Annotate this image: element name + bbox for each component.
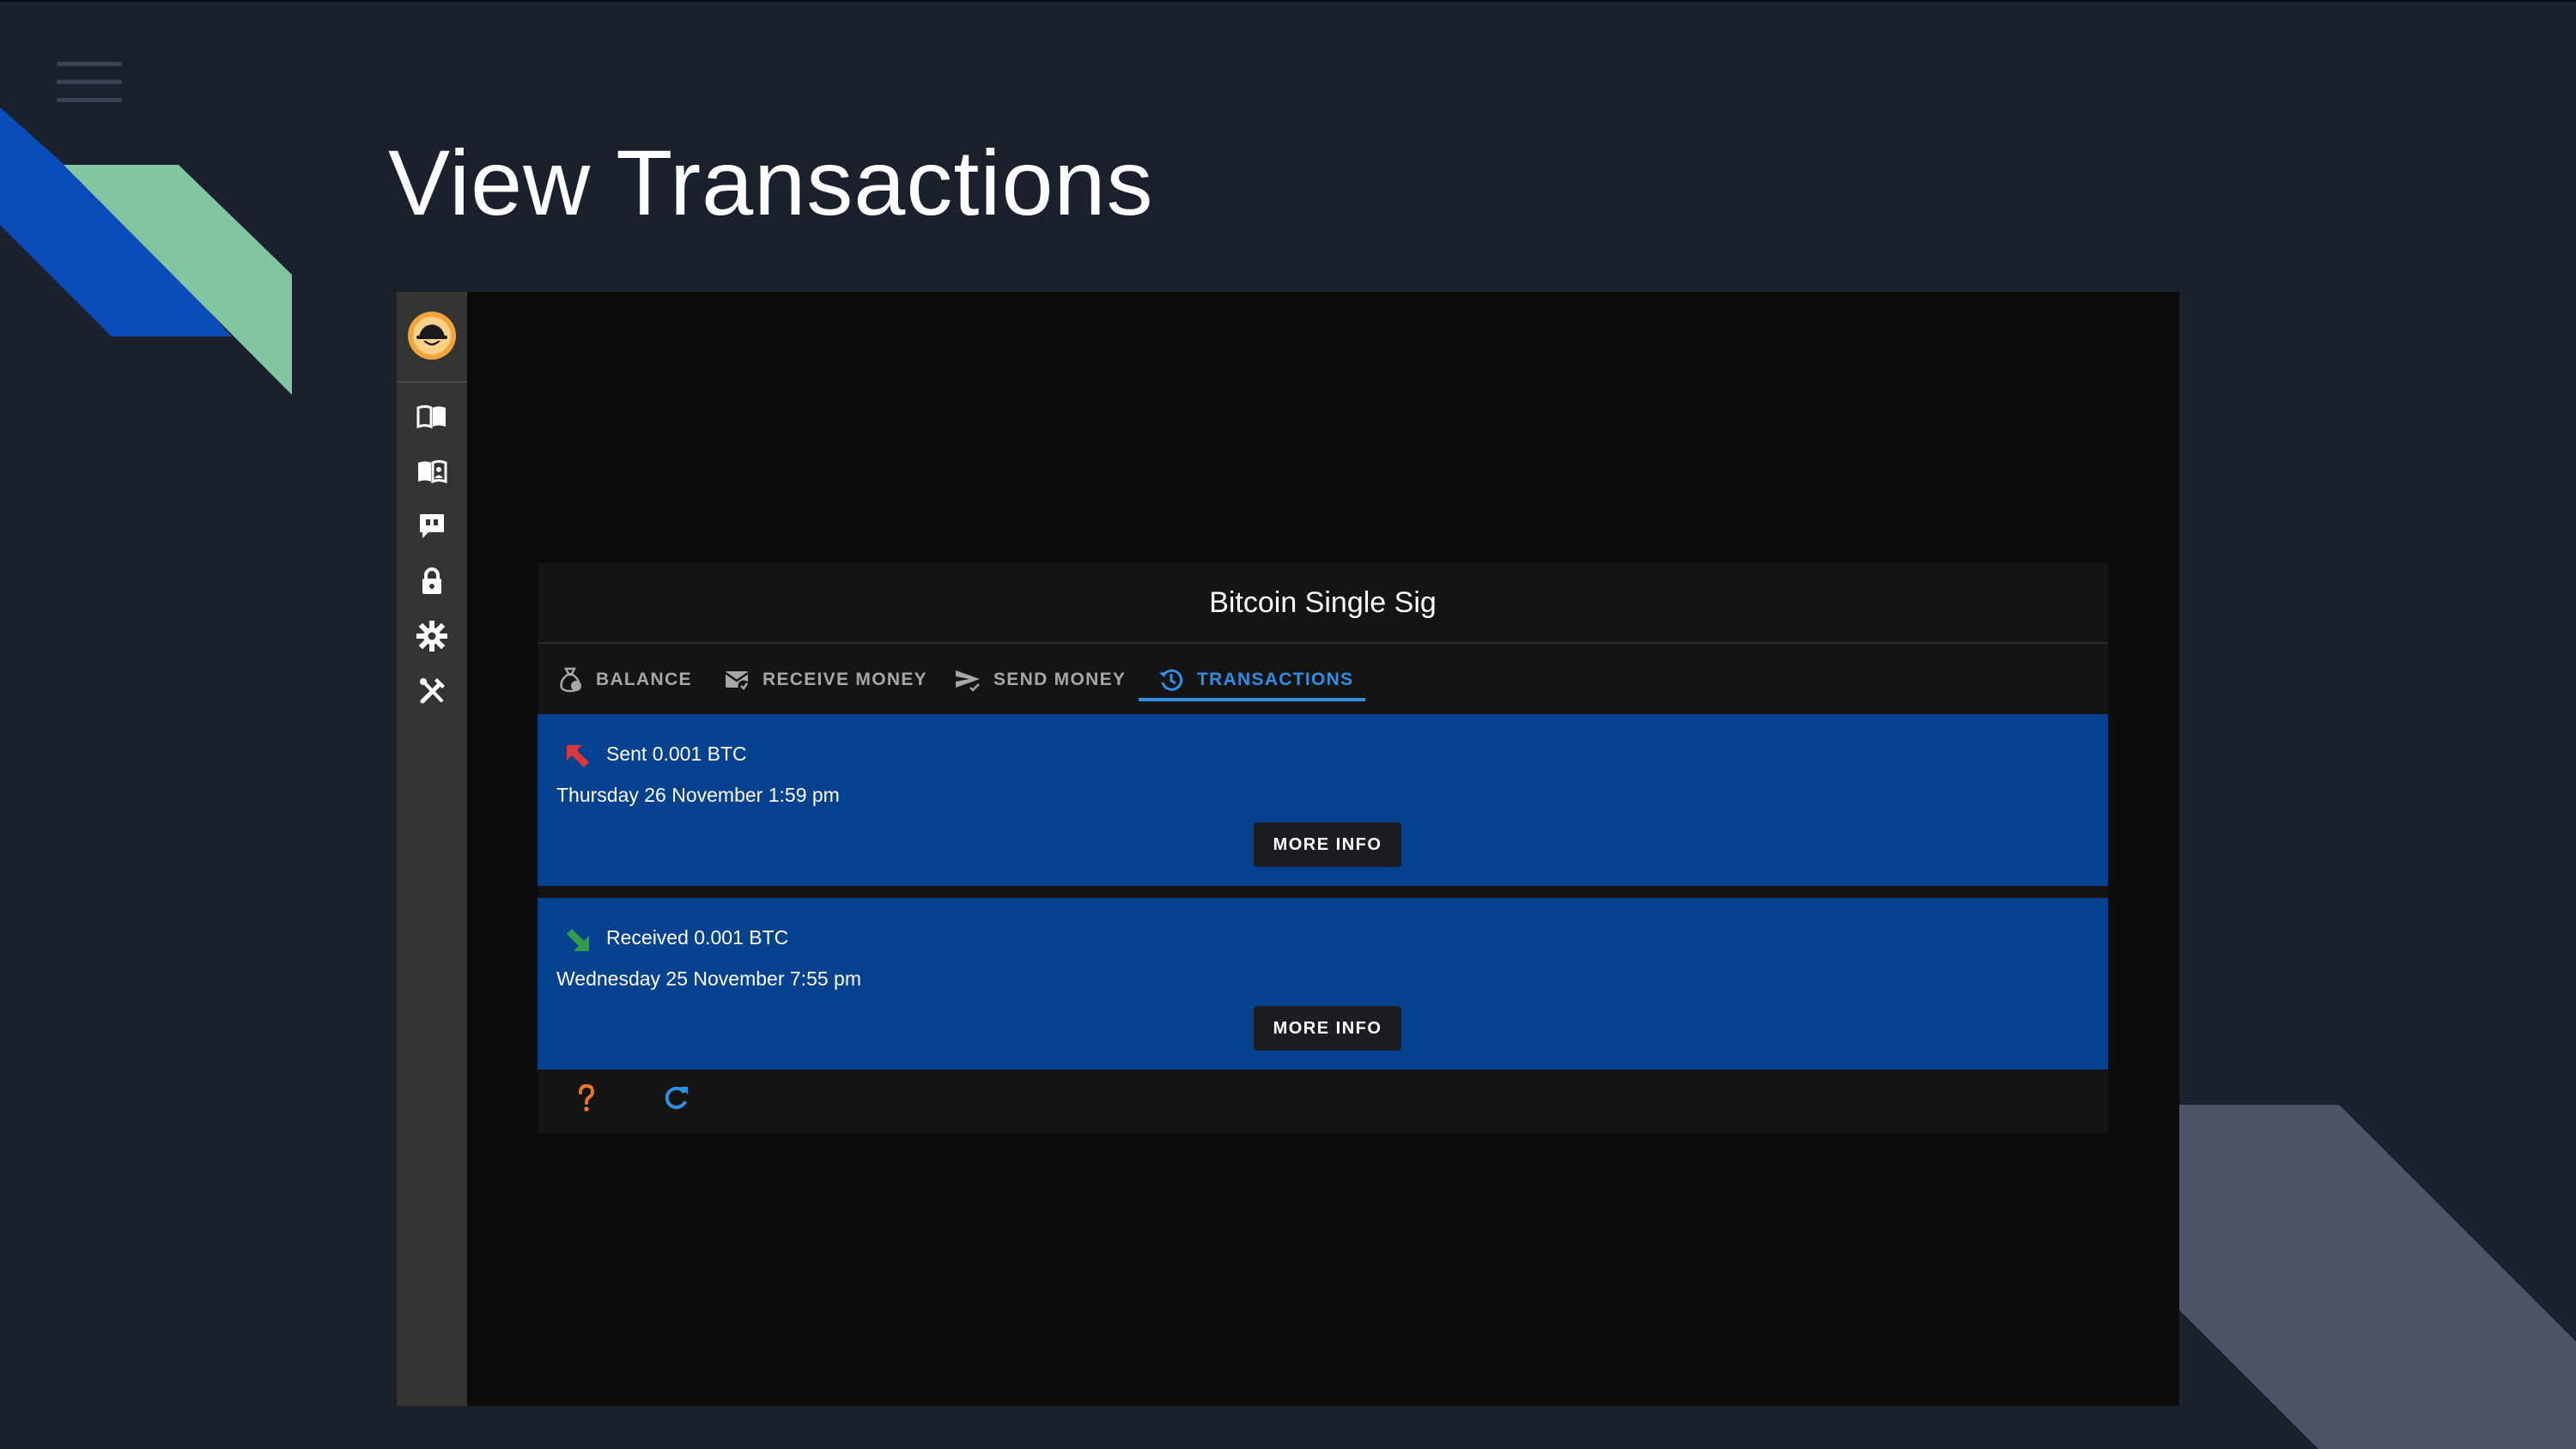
- lock-icon[interactable]: [416, 565, 448, 597]
- transaction-amount: Sent 0.001 BTC: [606, 743, 747, 765]
- wallet-panel: Bitcoin Single Sig BALANCE RECEIVE MONEY: [538, 563, 2108, 1133]
- book-open-icon[interactable]: [416, 400, 448, 433]
- refresh-icon[interactable]: [659, 1082, 692, 1114]
- history-icon: [1159, 669, 1183, 691]
- tools-icon[interactable]: [416, 675, 448, 707]
- green-stripe: [64, 165, 292, 395]
- app-window: Bitcoin Single Sig BALANCE RECEIVE MONEY: [397, 292, 2179, 1406]
- app-logo-icon[interactable]: [407, 311, 457, 361]
- received-arrow-icon: [567, 929, 589, 951]
- transaction-date: Thursday 26 November 1:59 pm: [556, 784, 840, 806]
- send-icon: [956, 670, 980, 692]
- more-info-button[interactable]: MORE INFO: [1254, 1006, 1401, 1051]
- transaction-amount: Received 0.001 BTC: [606, 926, 789, 949]
- tab-balance[interactable]: BALANCE: [556, 647, 692, 712]
- top-border-line: [0, 0, 2576, 2]
- sent-arrow-icon: [567, 745, 589, 767]
- tab-label: TRANSACTIONS: [1197, 670, 1354, 689]
- mail-receive-icon: [725, 671, 750, 692]
- slide-title: View Transactions: [388, 130, 1154, 234]
- tab-label: RECEIVE MONEY: [762, 670, 927, 689]
- tab-receive-money[interactable]: RECEIVE MONEY: [723, 647, 927, 712]
- wallet-title: Bitcoin Single Sig: [1209, 586, 1437, 619]
- hamburger-menu-icon[interactable]: [57, 60, 122, 105]
- money-bag-icon: [560, 667, 581, 693]
- sidebar-divider: [397, 381, 467, 383]
- tab-send-money[interactable]: SEND MONEY: [954, 647, 1126, 712]
- panel-divider: [538, 642, 2108, 644]
- transaction-card: Received 0.001 BTC Wednesday 25 November…: [538, 898, 2108, 1070]
- quote-bubble-icon[interactable]: [416, 510, 448, 543]
- sidebar: [397, 292, 467, 1406]
- active-tab-indicator: [1139, 698, 1365, 701]
- more-info-button[interactable]: MORE INFO: [1254, 822, 1401, 867]
- tab-label: SEND MONEY: [993, 670, 1127, 689]
- tab-transactions[interactable]: TRANSACTIONS: [1157, 647, 1353, 712]
- transaction-date: Wednesday 25 November 7:55 pm: [556, 967, 861, 990]
- transaction-card: Sent 0.001 BTC Thursday 26 November 1:59…: [538, 714, 2108, 886]
- gear-icon[interactable]: [416, 620, 448, 652]
- help-icon[interactable]: [570, 1082, 603, 1114]
- tab-label: BALANCE: [596, 670, 692, 689]
- gray-corner-shape: [2179, 1105, 2576, 1449]
- blue-stripe: [0, 107, 232, 336]
- book-user-icon[interactable]: [416, 455, 448, 488]
